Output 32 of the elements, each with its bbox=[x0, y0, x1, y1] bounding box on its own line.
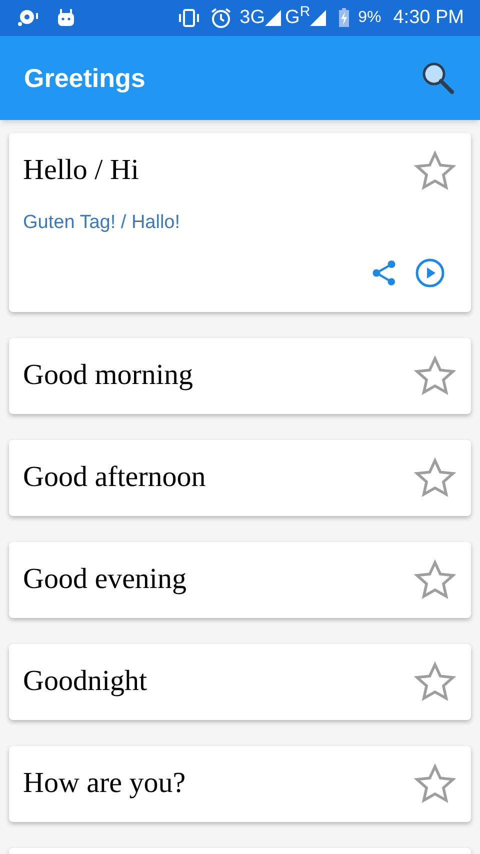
star-icon[interactable] bbox=[413, 762, 457, 806]
phrase-card[interactable]: Good afternoon bbox=[9, 440, 471, 516]
signal-icon bbox=[265, 10, 282, 26]
search-icon[interactable] bbox=[420, 60, 456, 96]
clock: 4:30 PM bbox=[393, 6, 464, 30]
star-icon[interactable] bbox=[413, 660, 457, 704]
phrase-text: Good morning bbox=[23, 358, 193, 393]
phrase-card[interactable]: Hello / Hi Guten Tag! / Hallo! bbox=[9, 133, 471, 312]
star-icon[interactable] bbox=[413, 456, 457, 500]
notification-icon bbox=[16, 8, 40, 28]
phrase-text: How are you? bbox=[23, 766, 186, 801]
alarm-icon bbox=[210, 7, 232, 29]
star-icon[interactable] bbox=[413, 149, 457, 193]
star-icon[interactable] bbox=[413, 354, 457, 398]
battery-level: 9% bbox=[358, 8, 382, 28]
phrase-text: Goodnight bbox=[23, 664, 148, 699]
robot-icon bbox=[56, 8, 76, 28]
app-title: Greetings bbox=[24, 62, 146, 94]
star-icon[interactable] bbox=[413, 558, 457, 602]
phrase-card[interactable]: Good evening bbox=[9, 542, 471, 618]
translation-text: Guten Tag! / Hallo! bbox=[23, 211, 182, 235]
phrase-text: Good evening bbox=[23, 562, 186, 597]
play-icon[interactable] bbox=[415, 258, 445, 288]
phrase-card[interactable]: Good morning bbox=[9, 338, 471, 414]
phrase-card[interactable]: How are you? bbox=[9, 746, 471, 822]
network-type: 3G bbox=[240, 6, 266, 30]
phrase-text: Hello / Hi bbox=[23, 153, 139, 188]
battery-icon bbox=[338, 8, 350, 28]
signal-icon bbox=[310, 10, 326, 26]
carrier-type: G$^{R}$ bbox=[285, 4, 310, 30]
phrase-text: Good afternoon bbox=[23, 460, 206, 495]
phrase-card[interactable]: Goodnight bbox=[9, 644, 471, 720]
